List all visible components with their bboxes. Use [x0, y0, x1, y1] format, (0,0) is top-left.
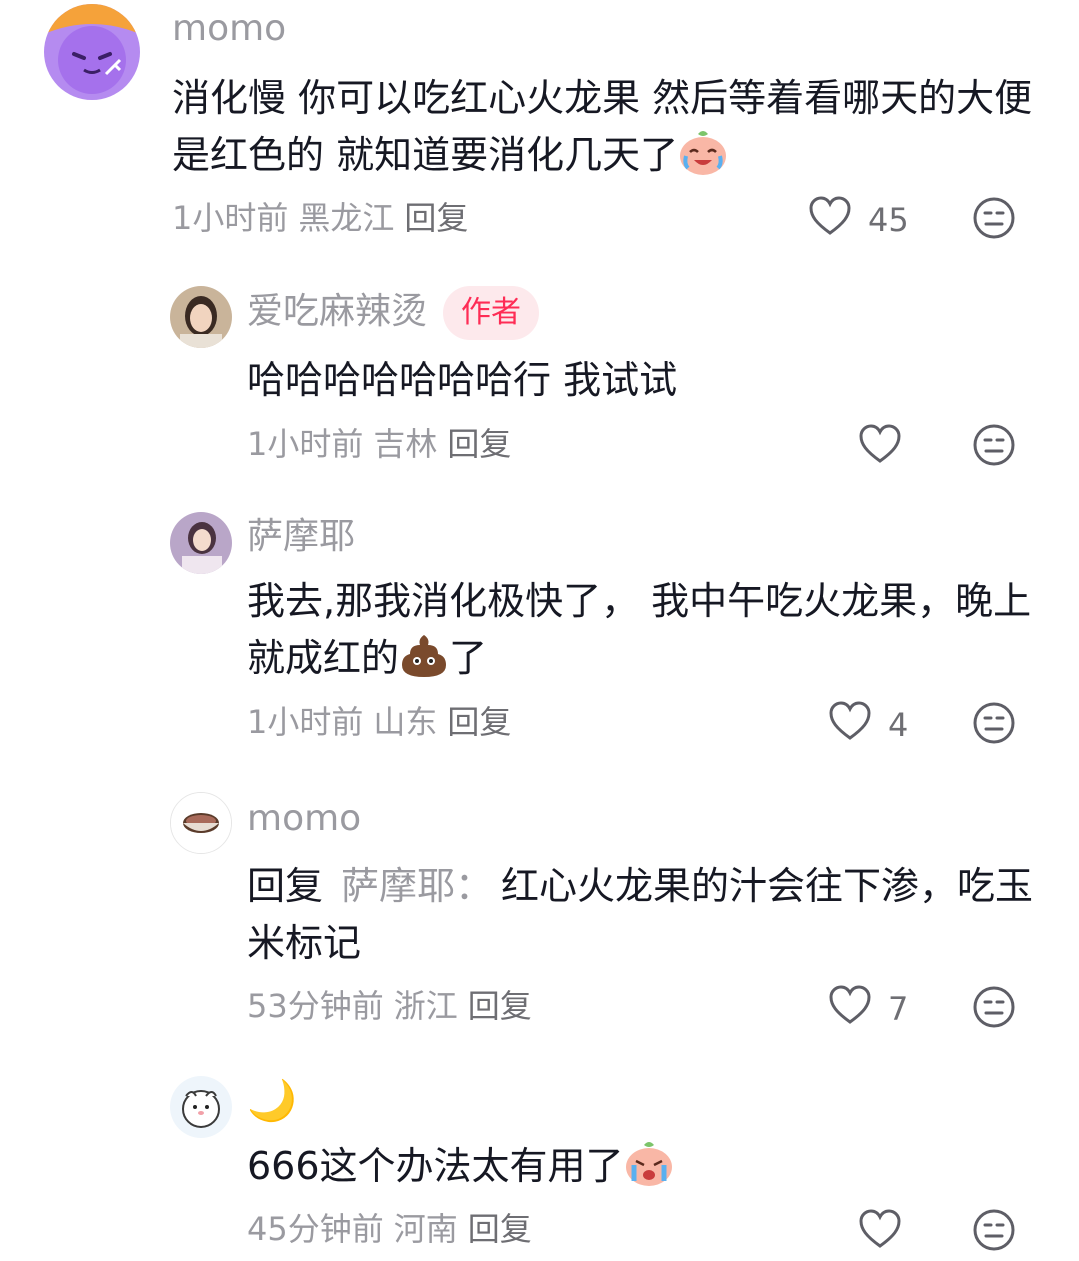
comment-text: 666这个办法太有用了 — [247, 1138, 1047, 1203]
comment-location: 山东 — [373, 703, 438, 741]
neutral-face-icon — [973, 424, 1015, 466]
heart-icon — [859, 1209, 901, 1248]
comment-location: 浙江 — [393, 987, 458, 1025]
heart-icon — [829, 985, 871, 1024]
reply-button[interactable]: 回复 — [468, 987, 532, 1025]
avatar[interactable] — [170, 1076, 232, 1138]
dislike-button[interactable] — [972, 985, 1016, 1029]
comment-location: 黑龙江 — [298, 199, 395, 237]
username[interactable]: momo — [172, 8, 286, 50]
comment-text: 我去,那我消化极快了， 我中午吃火龙果，晚上就成红的 了 — [247, 573, 1047, 695]
author-badge: 作者 — [443, 286, 540, 340]
comment-text: 哈哈哈哈哈哈哈行 我试试 — [247, 358, 678, 402]
reply-button[interactable]: 回复 — [447, 703, 511, 741]
comment-meta: 1小时前 山东 回复 — [247, 702, 521, 742]
comment-meta: 45分钟前 河南 回复 — [247, 1209, 542, 1249]
comment-text-content: 666这个办法太有用了 — [247, 1144, 624, 1188]
comment-text-end: 了 — [449, 636, 488, 680]
comment-location: 河南 — [393, 1210, 458, 1248]
reply-button[interactable]: 回复 — [447, 425, 511, 463]
comment-meta: 53分钟前 浙江 回复 — [247, 986, 542, 1026]
reply-button[interactable]: 回复 — [468, 1210, 532, 1248]
like-count: 7 — [888, 990, 909, 1028]
heart-icon — [859, 424, 901, 463]
comment-meta: 1小时前 黑龙江 回复 — [172, 198, 478, 238]
avatar[interactable] — [170, 512, 232, 574]
comment-time: 53分钟前 — [247, 987, 384, 1025]
like-count: 45 — [868, 201, 909, 239]
like-button[interactable]: 7 — [828, 985, 968, 1035]
username[interactable]: 萨摩耶 — [247, 516, 355, 558]
username[interactable]: 🌙 — [247, 1078, 297, 1124]
like-count: 4 — [888, 706, 909, 744]
dislike-button[interactable] — [972, 1208, 1016, 1252]
comment-meta: 1小时前 吉林 回复 — [247, 424, 521, 464]
reply-target-username[interactable]: 萨摩耶： — [341, 864, 493, 908]
username[interactable]: momo — [247, 798, 361, 840]
neutral-face-icon — [973, 986, 1015, 1028]
neutral-face-icon — [973, 197, 1015, 239]
dislike-button[interactable] — [972, 196, 1016, 240]
dislike-button[interactable] — [972, 423, 1016, 467]
comment-time: 1小时前 — [247, 425, 364, 463]
reply-prefix: 回复 — [247, 864, 324, 908]
comment-text: 消化慢 你可以吃红心火龙果 然后等着看哪天的大便是红色的 就知道要消化几天了 — [172, 70, 1042, 192]
poop-icon — [399, 633, 449, 695]
heart-icon — [829, 701, 871, 740]
crying-face-icon — [624, 1139, 674, 1203]
comment-time: 45分钟前 — [247, 1210, 384, 1248]
like-button[interactable]: 45 — [808, 196, 948, 246]
dislike-button[interactable] — [972, 701, 1016, 745]
comment-text-content: 我去,那我消化极快了， 我中午吃火龙果，晚上就成红的 — [247, 579, 1032, 680]
avatar[interactable] — [170, 286, 232, 348]
username-text[interactable]: 爱吃麻辣烫 — [247, 291, 427, 332]
crying-laugh-face-icon — [678, 128, 728, 192]
neutral-face-icon — [973, 702, 1015, 744]
reply-button[interactable]: 回复 — [404, 199, 468, 237]
neutral-face-icon — [973, 1209, 1015, 1251]
comment-text-content: 消化慢 你可以吃红心火龙果 然后等着看哪天的大便是红色的 就知道要消化几天了 — [172, 76, 1033, 177]
comment-location: 吉林 — [373, 425, 438, 463]
avatar[interactable] — [170, 792, 232, 854]
heart-icon — [809, 196, 851, 235]
like-button[interactable] — [858, 424, 908, 474]
like-button[interactable]: 4 — [828, 701, 968, 751]
username: 爱吃麻辣烫 作者 — [247, 284, 540, 344]
avatar[interactable] — [44, 4, 140, 100]
comment-time: 1小时前 — [172, 199, 289, 237]
like-button[interactable] — [858, 1209, 908, 1259]
comment-time: 1小时前 — [247, 703, 364, 741]
comment-text: 回复 萨摩耶： 红心火龙果的汁会往下渗，吃玉米标记 — [247, 858, 1047, 972]
